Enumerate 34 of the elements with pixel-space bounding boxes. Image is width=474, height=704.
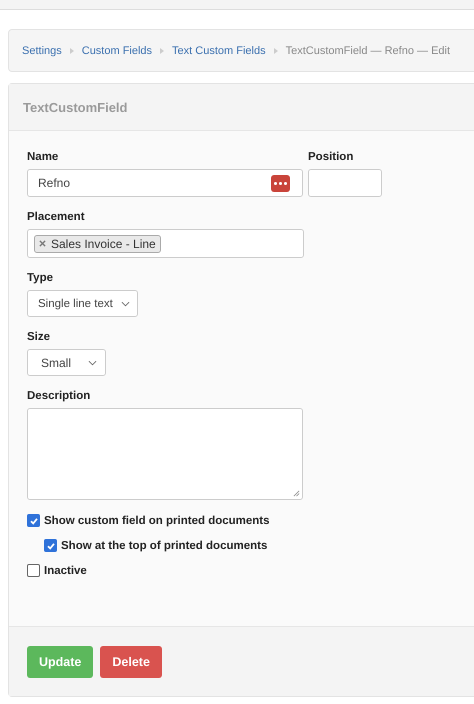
separator-icon <box>160 48 164 54</box>
delete-button[interactable]: Delete <box>100 646 162 678</box>
position-field[interactable] <box>308 169 382 197</box>
checkbox-label: Show custom field on printed documents <box>44 514 270 526</box>
chevron-icon <box>88 360 97 366</box>
field-label: Size <box>27 331 52 343</box>
field-label: Name <box>27 151 60 163</box>
checkbox[interactable] <box>44 539 57 552</box>
type-select[interactable]: Single line text <box>27 290 138 317</box>
breadcrumb-link[interactable]: Custom Fields <box>82 44 152 56</box>
resize-grip-icon[interactable] <box>293 490 300 497</box>
panel-title: TextCustomField <box>23 100 128 114</box>
field-label: Position <box>308 151 354 163</box>
description-field[interactable] <box>27 408 303 500</box>
remove-icon[interactable] <box>39 240 46 247</box>
separator-icon <box>274 48 278 54</box>
field-label: Type <box>27 272 54 284</box>
name-field[interactable]: Refno <box>27 169 303 197</box>
size-select[interactable]: Small <box>27 349 106 376</box>
separator-icon <box>70 48 74 54</box>
field-value: Refno <box>38 176 70 190</box>
checkbox-label: Show at the top of printed documents <box>61 540 268 552</box>
checkbox[interactable] <box>27 564 40 577</box>
breadcrumb-link[interactable]: Text Custom Fields <box>172 44 266 56</box>
update-button[interactable]: Update <box>27 646 94 678</box>
checkbox[interactable] <box>27 514 40 527</box>
breadcrumb-current: TextCustomField — Refno — Edit <box>286 44 450 56</box>
placement-field[interactable]: Sales Invoice - Line <box>27 229 304 258</box>
field-label: Placement <box>27 211 86 223</box>
checkbox-label: Inactive <box>44 564 87 576</box>
breadcrumb-link[interactable]: Settings <box>22 44 62 56</box>
field-label: Description <box>27 390 92 402</box>
placement-tag: Sales Invoice - Line <box>34 234 161 252</box>
chevron-icon <box>121 300 130 306</box>
